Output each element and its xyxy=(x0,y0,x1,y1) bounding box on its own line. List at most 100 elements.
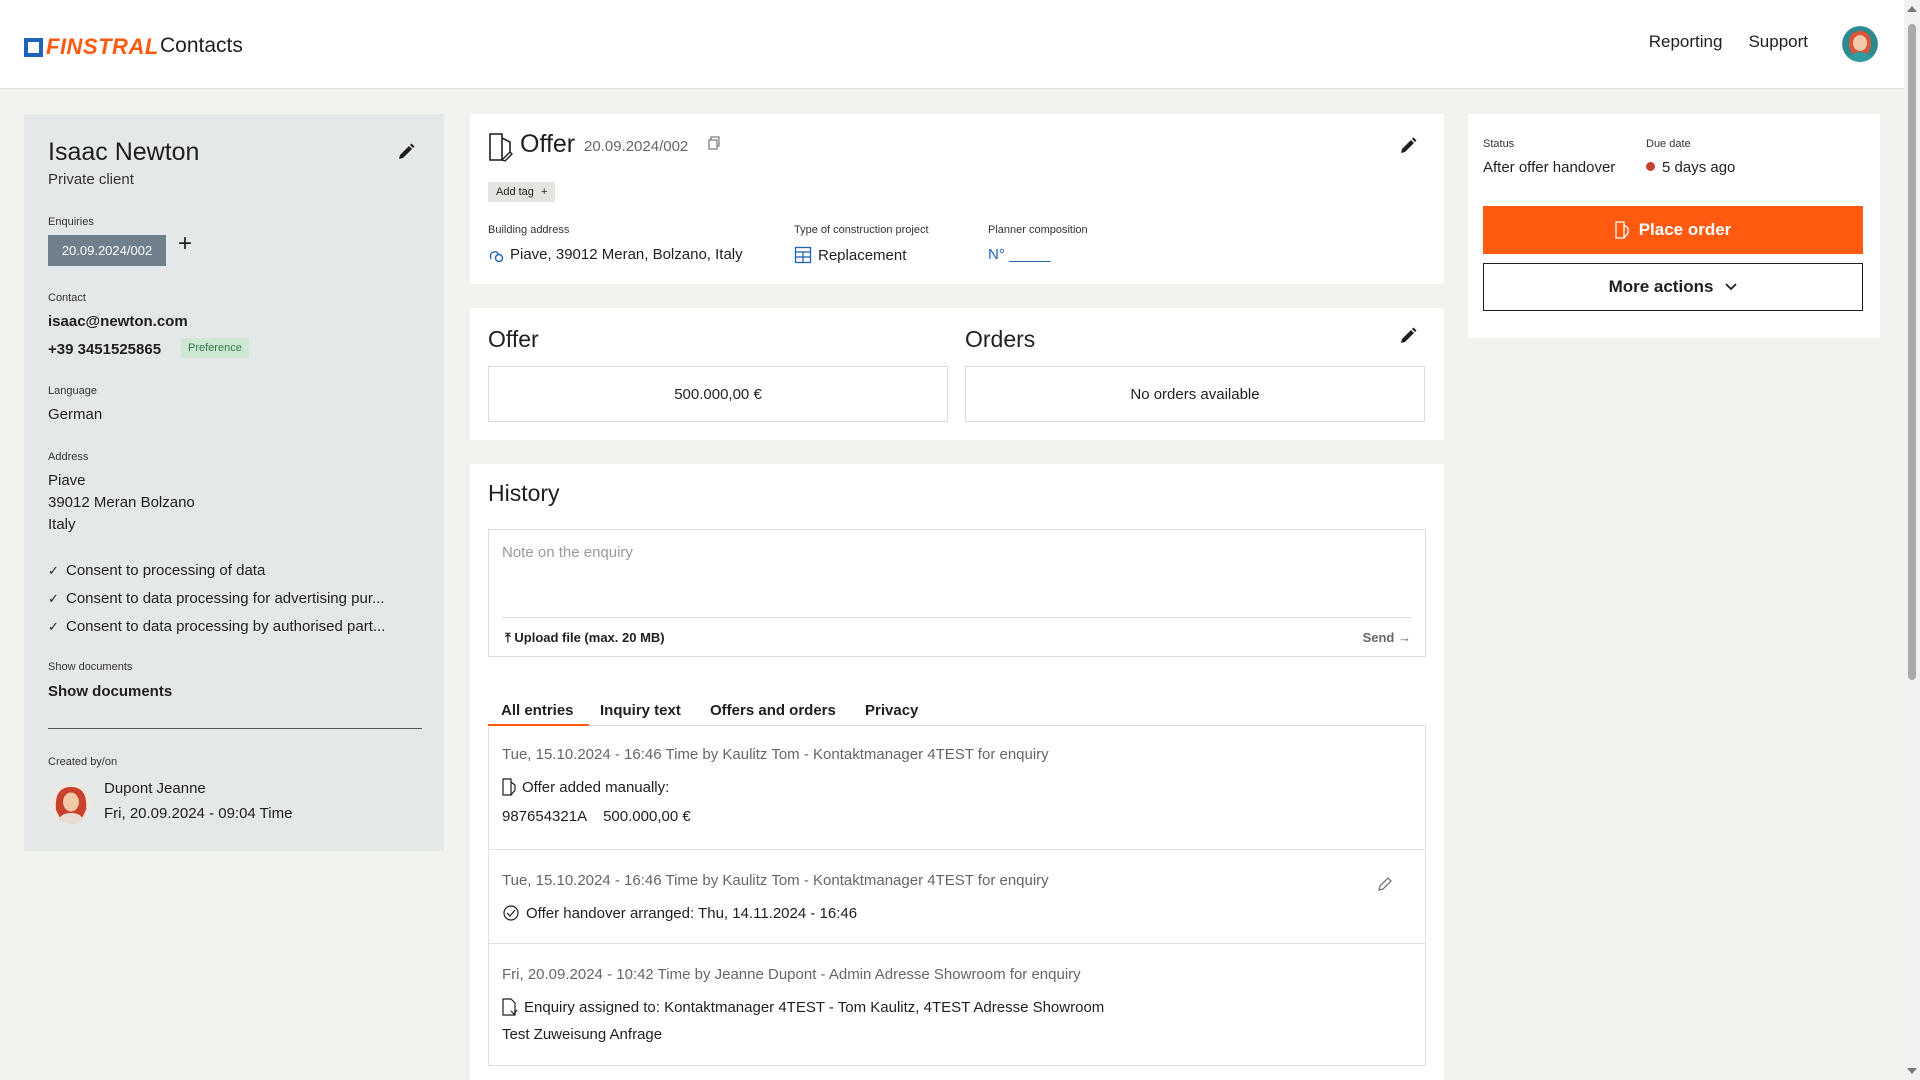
edit-contact-icon[interactable] xyxy=(396,142,416,167)
tab-inquiry-text[interactable]: Inquiry text xyxy=(600,702,681,719)
offer-document-icon xyxy=(488,132,514,167)
offer-orders-card: Offer Orders 500.000,00 € No orders avai… xyxy=(470,308,1444,440)
nav-reporting[interactable]: Reporting xyxy=(1649,32,1723,52)
contact-type: Private client xyxy=(48,171,134,188)
logo-text: FINSTRAL xyxy=(46,34,159,59)
entry-text: Offer added manually: xyxy=(522,778,670,796)
offer-value-box: 500.000,00 € xyxy=(488,366,948,422)
tab-all-entries[interactable]: All entries xyxy=(501,702,574,719)
planner-label: Planner composition xyxy=(988,224,1088,236)
building-address-value: Piave, 39012 Meran, Bolzano, Italy xyxy=(510,246,743,263)
construction-type-value: Replacement xyxy=(818,246,907,264)
scroll-thumb[interactable] xyxy=(1908,24,1916,680)
entry-line: Offer handover arranged: Thu, 14.11.2024… xyxy=(502,904,857,922)
upload-icon: ⤒ xyxy=(505,630,511,645)
tab-offers-and-orders[interactable]: Offers and orders xyxy=(710,702,836,719)
offer-document-icon xyxy=(502,778,516,796)
documents-label: Show documents xyxy=(48,661,133,673)
add-tag-button[interactable]: Add tag + xyxy=(488,182,556,202)
history-entry: Tue, 15.10.2024 - 16:46 Time by Kaulitz … xyxy=(488,726,1426,850)
edit-summary-icon[interactable] xyxy=(1398,326,1418,351)
entry-meta: Tue, 15.10.2024 - 16:46 Time by Kaulitz … xyxy=(502,872,1049,889)
address-line-3: Italy xyxy=(48,516,76,533)
creator-avatar-icon xyxy=(50,782,92,824)
preference-badge: Preference xyxy=(181,338,249,358)
due-date-label: Due date xyxy=(1646,138,1691,150)
finstral-logo[interactable]: FINSTRAL xyxy=(24,34,159,60)
check-icon: ✓ xyxy=(48,562,59,578)
construction-type: Replacement xyxy=(794,246,906,264)
created-on: Fri, 20.09.2024 - 09:04 Time xyxy=(104,805,293,822)
planner-value[interactable]: N° _____ xyxy=(988,246,1051,263)
nav-support[interactable]: Support xyxy=(1748,32,1808,52)
arrow-right-icon: → xyxy=(1398,630,1411,645)
upload-file-button[interactable]: ⤒ Upload file (max. 20 MB) xyxy=(505,630,665,646)
more-actions-label: More actions xyxy=(1608,277,1714,296)
contact-phone[interactable]: +39 3451525865 xyxy=(48,341,161,358)
history-card: History Note on the enquiry ⤒ Upload fil… xyxy=(470,464,1444,1080)
page-scrollbar[interactable] xyxy=(1904,0,1920,1080)
due-date-value: 5 days ago xyxy=(1662,159,1736,176)
orders-section-title: Orders xyxy=(965,326,1036,352)
send-label: Send xyxy=(1362,630,1395,645)
show-documents-link[interactable]: Show documents xyxy=(48,683,172,700)
entry-line: Test Zuweisung Anfrage xyxy=(502,1026,662,1043)
offer-id: 987654321A xyxy=(502,808,588,825)
created-label: Created by/on xyxy=(48,756,118,768)
entry-line: 987654321A 500.000,00 € xyxy=(502,808,691,825)
offer-amount: 500.000,00 € xyxy=(603,808,691,825)
orders-value-box: No orders available xyxy=(965,366,1425,422)
status-label: Status xyxy=(1483,138,1515,150)
user-avatar-icon xyxy=(1842,26,1878,62)
history-entry: Tue, 15.10.2024 - 16:46 Time by Kaulitz … xyxy=(488,850,1426,944)
contact-email[interactable]: isaac@newton.com xyxy=(48,313,188,330)
address-line-1: Piave xyxy=(48,472,86,489)
send-button[interactable]: Send → xyxy=(1363,630,1411,645)
consent-item: ✓ Consent to data processing by authoris… xyxy=(48,618,428,635)
entry-meta: Tue, 15.10.2024 - 16:46 Time by Kaulitz … xyxy=(502,746,1049,763)
due-date: 5 days ago xyxy=(1646,159,1735,176)
entry-note: Test Zuweisung Anfrage xyxy=(502,1026,663,1043)
entry-line: Enquiry assigned to: Kontaktmanager 4TES… xyxy=(502,998,1104,1016)
address-line-2: 39012 Meran Bolzano xyxy=(48,494,195,511)
handover-icon xyxy=(503,905,519,921)
offer-reference: 20.09.2024/002 xyxy=(584,138,689,155)
offer-section-title: Offer xyxy=(488,326,539,352)
copy-icon[interactable] xyxy=(708,136,720,155)
scroll-up-icon[interactable] xyxy=(1907,6,1917,12)
building-address: Piave, 39012 Meran, Bolzano, Italy xyxy=(488,246,743,263)
logo-square-icon xyxy=(24,37,43,57)
consent-text: Consent to data processing by authorised… xyxy=(66,618,386,635)
edit-offer-icon[interactable] xyxy=(1398,136,1418,161)
entry-meta: Fri, 20.09.2024 - 10:42 Time by Jeanne D… xyxy=(502,966,1081,983)
order-document-icon xyxy=(1615,221,1629,239)
consent-item: ✓ Consent to data processing for adverti… xyxy=(48,590,428,607)
top-header: FINSTRAL Contacts Reporting Support xyxy=(0,0,1904,89)
enquiry-chip[interactable]: 20.09.2024/002 xyxy=(48,235,166,266)
user-avatar[interactable] xyxy=(1842,26,1878,62)
building-address-label: Building address xyxy=(488,224,570,236)
created-by: Dupont Jeanne xyxy=(104,780,206,797)
consent-text: Consent to data processing for advertisi… xyxy=(66,590,385,607)
status-card: Status After offer handover Due date 5 d… xyxy=(1468,114,1880,338)
contact-panel: Isaac Newton Private client Enquiries 20… xyxy=(24,114,444,851)
pencil-icon[interactable] xyxy=(1376,875,1394,898)
location-icon xyxy=(489,250,504,262)
scroll-down-icon[interactable] xyxy=(1907,1068,1917,1074)
note-input[interactable]: Note on the enquiry ⤒ Upload file (max. … xyxy=(488,529,1426,657)
more-actions-button[interactable]: More actions xyxy=(1483,263,1863,311)
offer-header-card: Offer 20.09.2024/002 Add tag + Building … xyxy=(470,114,1444,284)
history-entry: Fri, 20.09.2024 - 10:42 Time by Jeanne D… xyxy=(488,944,1426,1066)
entry-text: Enquiry assigned to: Kontaktmanager 4TES… xyxy=(524,998,1105,1016)
place-order-button[interactable]: Place order xyxy=(1483,206,1863,254)
status-value: After offer handover xyxy=(1483,159,1616,176)
consent-item: ✓ Consent to processing of data xyxy=(48,562,428,579)
add-enquiry-button[interactable]: + xyxy=(178,232,192,256)
top-nav: Reporting Support xyxy=(1649,32,1808,52)
add-tag-label: Add tag xyxy=(496,186,534,198)
tab-privacy[interactable]: Privacy xyxy=(865,702,918,719)
place-order-label: Place order xyxy=(1638,220,1732,239)
app-name: Contacts xyxy=(160,34,243,57)
construction-type-label: Type of construction project xyxy=(794,224,929,236)
enquiries-label: Enquiries xyxy=(48,216,94,228)
